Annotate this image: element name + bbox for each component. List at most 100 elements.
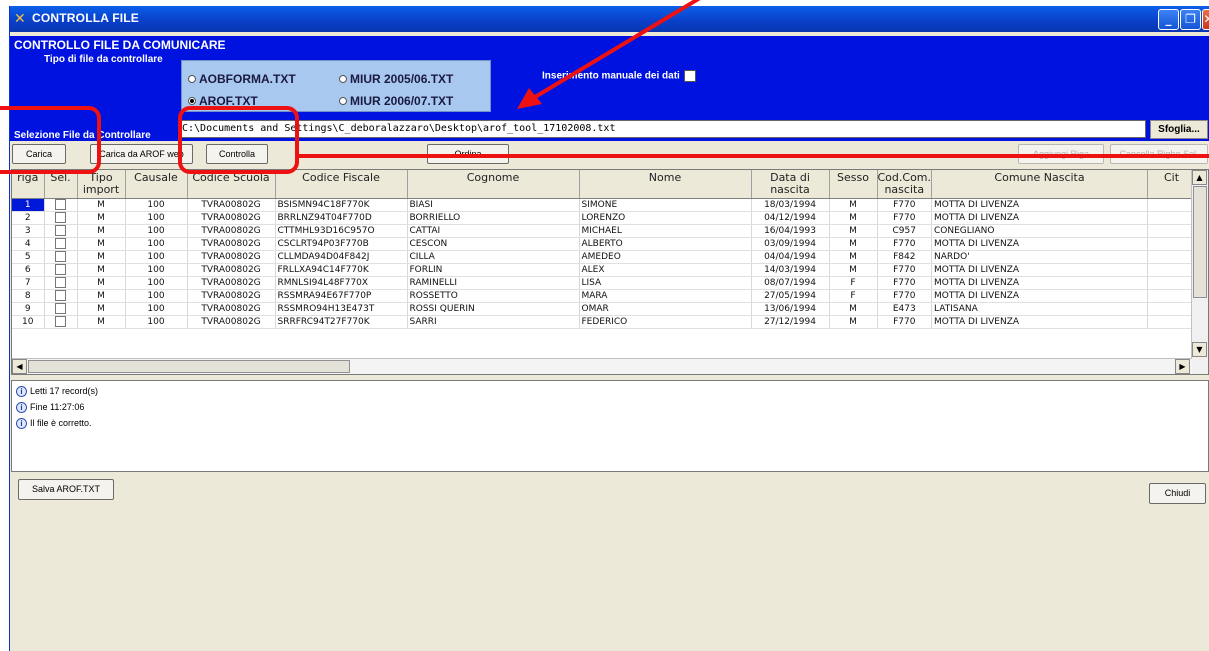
scroll-up-icon[interactable]: ▲: [1192, 170, 1207, 185]
column-header[interactable]: Cod.Com. nascita: [877, 170, 933, 199]
row-select-checkbox[interactable]: [55, 198, 66, 210]
log-line: i Letti 17 record(s): [16, 386, 98, 398]
table-cell: M: [829, 263, 878, 277]
table-row[interactable]: 2 M 100 TVRA00802G BRRLNZ94T04F770D BORRIELLO…: [12, 211, 1197, 225]
panel-title: CONTROLLO FILE DA COMUNICARE: [14, 38, 226, 52]
maximize-button[interactable]: ❐: [1180, 9, 1201, 30]
table-cell: M: [77, 302, 126, 316]
ordina-button[interactable]: Ordina: [427, 144, 509, 164]
column-header[interactable]: Data di nascita: [751, 170, 830, 199]
radio-miur-2005[interactable]: MIUR 2005/06.TXT: [339, 72, 453, 86]
table-cell: M: [829, 315, 878, 329]
table-cell: C957: [877, 224, 933, 238]
cancella-righe-button[interactable]: Cancella Righe Sel.: [1110, 144, 1208, 164]
table-row[interactable]: 7 M 100 TVRA00802G RMNLSI94L48F770X RAMINELLI…: [12, 276, 1197, 290]
table-row[interactable]: 6 M 100 TVRA00802G FRLLXA94C14F770K FORLIN ALE…: [12, 263, 1197, 277]
title-bar[interactable]: ✕ CONTROLLA FILE _ ❐ ✕: [10, 6, 1209, 32]
select-cell[interactable]: [44, 289, 78, 303]
table-cell: M: [77, 224, 126, 238]
column-header[interactable]: Causale: [125, 170, 188, 199]
table-cell: 100: [125, 250, 188, 264]
controlla-button[interactable]: Controlla: [206, 144, 268, 164]
row-number: 3: [12, 224, 45, 238]
vertical-scroll-thumb[interactable]: [1193, 186, 1207, 298]
row-select-checkbox[interactable]: [55, 289, 66, 301]
carica-web-button[interactable]: Carica da AROF web: [90, 144, 193, 164]
table-row[interactable]: 1 M 100 TVRA00802G BSISMN94C18F770K BIASI SIMO…: [12, 198, 1197, 212]
column-header[interactable]: riga: [12, 170, 45, 199]
row-number: 1: [12, 198, 45, 212]
table-cell: 27/05/1994: [751, 289, 830, 303]
row-select-checkbox[interactable]: [55, 237, 66, 249]
table-cell: ROSSETTO: [407, 289, 580, 303]
table-cell: RAMINELLI: [407, 276, 580, 290]
grid-horizontal-scrollbar[interactable]: ◀ ▶: [12, 358, 1192, 374]
column-header[interactable]: Cognome: [407, 170, 580, 199]
select-cell[interactable]: [44, 302, 78, 316]
sfoglia-button[interactable]: Sfoglia...: [1150, 120, 1208, 139]
row-select-checkbox[interactable]: [55, 276, 66, 288]
column-header[interactable]: Codice Scuola: [187, 170, 276, 199]
column-header[interactable]: Tipo import: [77, 170, 126, 199]
table-cell: SIMONE: [579, 198, 752, 212]
salva-arof-button[interactable]: Salva AROF.TXT: [18, 479, 114, 500]
table-row[interactable]: 5 M 100 TVRA00802G CLLMDA94D04F842J CILLA AMED…: [12, 250, 1197, 264]
table-cell: CONEGLIANO: [931, 224, 1149, 238]
minimize-button[interactable]: _: [1158, 9, 1179, 30]
scroll-down-icon[interactable]: ▼: [1192, 342, 1207, 357]
scroll-right-icon[interactable]: ▶: [1175, 359, 1190, 374]
row-number: 8: [12, 289, 45, 303]
select-cell[interactable]: [44, 315, 78, 329]
select-cell[interactable]: [44, 198, 78, 212]
grid-vertical-scrollbar[interactable]: ▲ ▼: [1191, 170, 1208, 374]
select-cell[interactable]: [44, 250, 78, 264]
column-header[interactable]: Codice Fiscale: [275, 170, 408, 199]
radio-arof[interactable]: AROF.TXT: [188, 94, 258, 108]
carica-button[interactable]: Carica: [12, 144, 66, 164]
table-row[interactable]: 9 M 100 TVRA00802G RSSMRO94H13E473T ROSSI QUE…: [12, 302, 1197, 316]
row-select-checkbox[interactable]: [55, 263, 66, 275]
row-number: 10: [12, 315, 45, 329]
radio-aobforma[interactable]: AOBFORMA.TXT: [188, 72, 296, 86]
column-header[interactable]: Nome: [579, 170, 752, 199]
horizontal-scroll-thumb[interactable]: [28, 360, 350, 373]
column-header[interactable]: Sesso: [829, 170, 878, 199]
row-select-checkbox[interactable]: [55, 211, 66, 223]
row-number: 6: [12, 263, 45, 277]
select-cell[interactable]: [44, 263, 78, 277]
table-row[interactable]: 3 M 100 TVRA00802G CTTMHL93D16C957O CATTAI MIC…: [12, 224, 1197, 238]
radio-miur-2006[interactable]: MIUR 2006/07.TXT: [339, 94, 453, 108]
table-cell: M: [829, 211, 878, 225]
table-cell: [1147, 250, 1197, 264]
select-cell[interactable]: [44, 224, 78, 238]
row-select-checkbox[interactable]: [55, 315, 66, 327]
close-button[interactable]: ✕: [1202, 9, 1209, 30]
select-cell[interactable]: [44, 276, 78, 290]
table-row[interactable]: 10 M 100 TVRA00802G SRRFRC94T27F770K SARRI FED…: [12, 315, 1197, 329]
column-header[interactable]: Sel.: [44, 170, 78, 199]
table-cell: 100: [125, 224, 188, 238]
table-cell: F770: [877, 276, 933, 290]
column-header[interactable]: Comune Nascita: [931, 170, 1149, 199]
table-cell: 04/12/1994: [751, 211, 830, 225]
aggiungi-riga-button[interactable]: Aggiungi Riga: [1018, 144, 1104, 164]
row-select-checkbox[interactable]: [55, 250, 66, 262]
scroll-left-icon[interactable]: ◀: [12, 359, 27, 374]
select-cell[interactable]: [44, 211, 78, 225]
manual-input-checkbox[interactable]: [683, 70, 696, 82]
table-row[interactable]: 4 M 100 TVRA00802G CSCLRT94P03F770B CESCON ALB…: [12, 237, 1197, 251]
table-cell: F770: [877, 211, 933, 225]
log-line: i Fine 11:27:06: [16, 402, 84, 414]
row-number: 4: [12, 237, 45, 251]
select-cell[interactable]: [44, 237, 78, 251]
file-path-input[interactable]: C:\Documents and Settings\C_deboralazzar…: [179, 120, 1146, 138]
table-cell: F770: [877, 315, 933, 329]
row-select-checkbox[interactable]: [55, 224, 66, 236]
table-row[interactable]: 8 M 100 TVRA00802G RSSMRA94E67F770P ROSSETTO M…: [12, 289, 1197, 303]
column-header[interactable]: Cit: [1147, 170, 1197, 199]
chiudi-button[interactable]: Chiudi: [1149, 483, 1206, 504]
row-select-checkbox[interactable]: [55, 302, 66, 314]
row-number: 2: [12, 211, 45, 225]
table-cell: 100: [125, 211, 188, 225]
table-cell: SARRI: [407, 315, 580, 329]
